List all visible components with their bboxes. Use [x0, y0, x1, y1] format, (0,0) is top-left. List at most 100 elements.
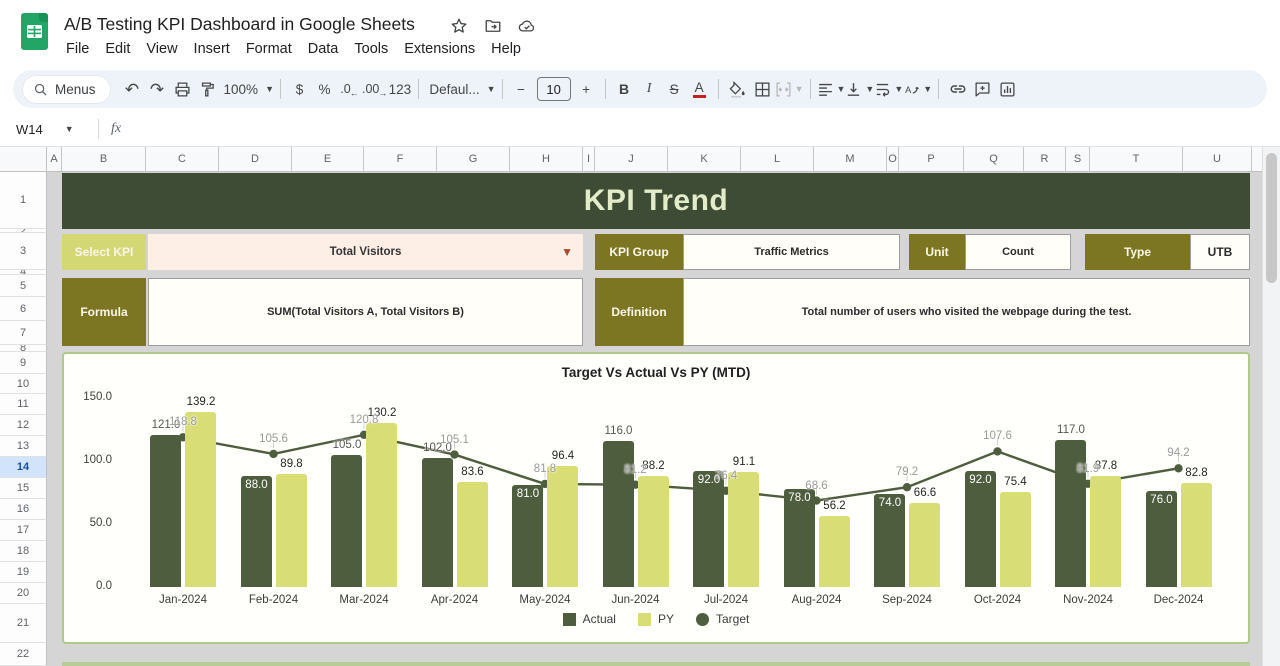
row-header-19[interactable]: 19	[0, 562, 47, 583]
column-header-R[interactable]: R	[1024, 147, 1066, 172]
column-header-T[interactable]: T	[1090, 147, 1183, 172]
column-header-K[interactable]: K	[668, 147, 741, 172]
menu-item-help[interactable]: Help	[483, 38, 529, 64]
formula-value[interactable]: SUM(Total Visitors A, Total Visitors B)	[148, 278, 583, 346]
menu-item-view[interactable]: View	[138, 38, 185, 64]
column-header-J[interactable]: J	[595, 147, 668, 172]
menu-item-tools[interactable]: Tools	[346, 38, 396, 64]
toolbar: Menus ↶ ↷ 100% ▼ $ % .0← .00→ 123 Defaul…	[13, 70, 1267, 108]
column-header-Q[interactable]: Q	[964, 147, 1024, 172]
strikethrough-button[interactable]: S	[662, 76, 687, 102]
decrease-decimal-button[interactable]: .0←	[337, 76, 362, 102]
column-header-S[interactable]: S	[1066, 147, 1090, 172]
row-header-13[interactable]: 13	[0, 436, 47, 457]
undo-button[interactable]: ↶	[120, 76, 145, 102]
horizontal-align-button[interactable]: ▼	[817, 76, 846, 102]
py-bar-Aug-2024	[819, 516, 850, 587]
format-percent-button[interactable]: %	[312, 76, 337, 102]
select-all-corner[interactable]	[0, 147, 47, 172]
column-header-I[interactable]: I	[583, 147, 595, 172]
column-header-F[interactable]: F	[364, 147, 437, 172]
menu-item-data[interactable]: Data	[300, 38, 347, 64]
column-header-D[interactable]: D	[219, 147, 292, 172]
row-header-8[interactable]: 8	[0, 345, 47, 352]
menu-item-insert[interactable]: Insert	[186, 38, 238, 64]
type-value[interactable]: UTB	[1190, 234, 1250, 270]
increase-font-size-button[interactable]: +	[574, 76, 599, 102]
row-header-20[interactable]: 20	[0, 583, 47, 604]
column-header-M[interactable]: M	[814, 147, 887, 172]
py-bar-Mar-2024	[366, 423, 397, 587]
kpi-group-value[interactable]: Traffic Metrics	[683, 234, 900, 270]
vertical-align-button[interactable]: ▼	[845, 76, 874, 102]
cloud-saved-icon[interactable]	[518, 17, 536, 35]
borders-button[interactable]	[750, 76, 775, 102]
fill-color-button[interactable]	[725, 76, 750, 102]
column-header-O[interactable]: O	[887, 147, 899, 172]
menus-search[interactable]: Menus	[23, 76, 110, 103]
bold-button[interactable]: B	[612, 76, 637, 102]
font-family-control[interactable]: Defaul... ▼	[425, 76, 495, 102]
svg-text:A: A	[905, 85, 912, 95]
menu-item-edit[interactable]: Edit	[97, 38, 138, 64]
row-header-10[interactable]: 10	[0, 374, 47, 394]
name-box[interactable]: W14 ▼	[0, 122, 92, 137]
vertical-scrollbar[interactable]	[1262, 147, 1280, 666]
text-rotation-button[interactable]: A ▼	[903, 76, 932, 102]
column-header-L[interactable]: L	[741, 147, 814, 172]
column-header-B[interactable]: B	[62, 147, 146, 172]
redo-button[interactable]: ↷	[145, 76, 170, 102]
italic-button[interactable]: I	[637, 76, 662, 102]
format-currency-button[interactable]: $	[287, 76, 312, 102]
move-to-folder-icon[interactable]	[484, 17, 502, 35]
row-header-14[interactable]: 14	[0, 457, 47, 478]
column-header-P[interactable]: P	[899, 147, 964, 172]
increase-decimal-button[interactable]: .00→	[362, 76, 387, 102]
menu-item-format[interactable]: Format	[238, 38, 300, 64]
kpi-select-dropdown[interactable]: Total Visitors ▼	[148, 234, 583, 270]
row-header-11[interactable]: 11	[0, 394, 47, 415]
number-format-button[interactable]: 123	[387, 76, 412, 102]
unit-value[interactable]: Count	[965, 234, 1071, 270]
row-header-6[interactable]: 6	[0, 297, 47, 321]
row-header-1[interactable]: 1	[0, 172, 47, 229]
row-header-16[interactable]: 16	[0, 499, 47, 520]
scrollbar-thumb[interactable]	[1266, 153, 1277, 283]
column-header-H[interactable]: H	[510, 147, 583, 172]
column-header-C[interactable]: C	[146, 147, 219, 172]
document-title[interactable]: A/B Testing KPI Dashboard in Google Shee…	[64, 14, 415, 35]
row-header-5[interactable]: 5	[0, 275, 47, 297]
row-header-9[interactable]: 9	[0, 352, 47, 374]
print-button[interactable]	[170, 76, 195, 102]
kpi-select-value: Total Visitors	[330, 246, 402, 258]
column-header-A[interactable]: A	[47, 147, 62, 172]
column-header-U[interactable]: U	[1183, 147, 1252, 172]
column-header-E[interactable]: E	[292, 147, 364, 172]
google-sheets-logo-icon[interactable]	[21, 13, 48, 50]
row-header-21[interactable]: 21	[0, 604, 47, 643]
text-wrap-button[interactable]: ▼	[874, 76, 903, 102]
divider	[98, 119, 99, 139]
menu-item-file[interactable]: File	[58, 38, 97, 64]
text-color-button[interactable]: A	[687, 76, 712, 102]
insert-link-button[interactable]	[945, 76, 970, 102]
merge-cells-button[interactable]: ▼	[775, 76, 804, 102]
decrease-font-size-button[interactable]: −	[509, 76, 534, 102]
paint-format-button[interactable]	[195, 76, 220, 102]
row-header-7[interactable]: 7	[0, 321, 47, 345]
insert-comment-button[interactable]	[970, 76, 995, 102]
menu-item-extensions[interactable]: Extensions	[396, 38, 483, 64]
row-header-15[interactable]: 15	[0, 478, 47, 499]
insert-chart-button[interactable]	[995, 76, 1020, 102]
definition-value[interactable]: Total number of users who visited the we…	[683, 278, 1250, 346]
row-header-3[interactable]: 3	[0, 233, 47, 270]
row-header-17[interactable]: 17	[0, 520, 47, 541]
column-header-G[interactable]: G	[437, 147, 510, 172]
row-header-18[interactable]: 18	[0, 541, 47, 562]
kpi-trend-banner[interactable]: KPI Trend	[62, 173, 1250, 229]
row-header-12[interactable]: 12	[0, 415, 47, 436]
star-icon[interactable]	[450, 17, 468, 35]
font-size-input[interactable]: 10	[537, 77, 571, 101]
row-header-22[interactable]: 22	[0, 643, 47, 666]
zoom-control[interactable]: 100% ▼	[220, 76, 274, 102]
